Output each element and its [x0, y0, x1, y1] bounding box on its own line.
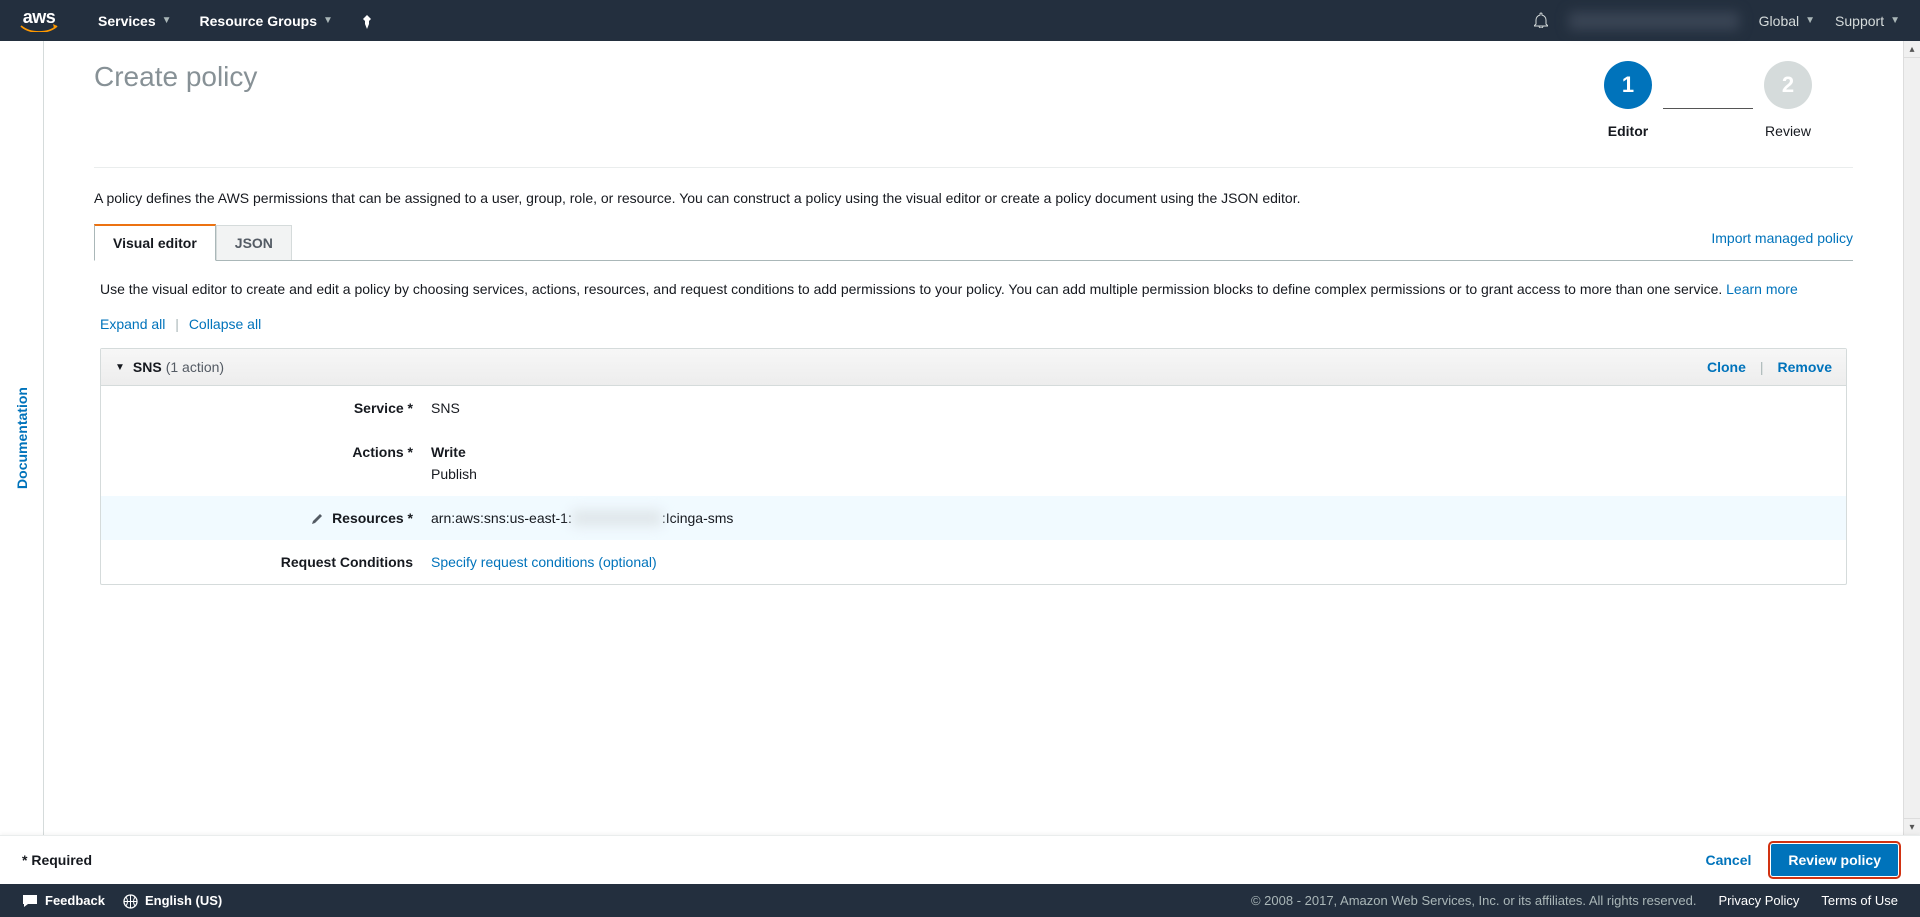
caret-down-icon: ▼ — [162, 15, 172, 26]
wizard-connector — [1663, 108, 1753, 109]
service-value: SNS — [431, 400, 1826, 416]
scroll-down-icon[interactable]: ▾ — [1904, 818, 1920, 835]
privacy-policy-link[interactable]: Privacy Policy — [1719, 893, 1800, 908]
action-bar: * Required Cancel Review policy — [0, 835, 1920, 884]
feedback-link[interactable]: Feedback — [22, 893, 105, 909]
copyright-text: © 2008 - 2017, Amazon Web Services, Inc.… — [1251, 893, 1697, 908]
bell-icon — [1533, 12, 1549, 30]
visual-editor-description: Use the visual editor to create and edit… — [94, 261, 1853, 306]
actions-value: Publish — [431, 466, 477, 482]
wizard-step-2-circle: 2 — [1764, 61, 1812, 109]
wizard-step-1-circle: 1 — [1604, 61, 1652, 109]
resources-value: arn:aws:sns:us-east-1:000000000000:Icing… — [431, 510, 1826, 526]
conditions-link[interactable]: Specify request conditions (optional) — [431, 554, 657, 570]
conditions-label: Request Conditions — [121, 554, 431, 570]
cancel-button[interactable]: Cancel — [1705, 852, 1751, 868]
tab-visual-editor[interactable]: Visual editor — [94, 224, 216, 261]
nav-resource-groups[interactable]: Resource Groups ▼ — [200, 13, 333, 29]
feedback-label: Feedback — [45, 893, 105, 908]
permission-block-body: Service * SNS Actions * Write Publish — [101, 386, 1846, 584]
aws-smile-icon — [20, 24, 58, 32]
footer: Feedback English (US) © 2008 - 2017, Ama… — [0, 884, 1920, 917]
permission-block-sns: ▼ SNS (1 action) Clone | Remove Service … — [100, 348, 1847, 585]
resources-arn-account: 000000000000 — [572, 510, 662, 526]
resources-arn-suffix: Icinga-sms — [666, 510, 734, 526]
vertical-scrollbar[interactable]: ▴ ▾ — [1903, 41, 1920, 835]
permission-block-title: SNS — [133, 359, 162, 375]
pencil-icon[interactable] — [310, 510, 324, 526]
expand-collapse-row: Expand all | Collapse all — [94, 306, 1853, 344]
scroll-up-icon[interactable]: ▴ — [1904, 41, 1920, 58]
language-label: English (US) — [145, 893, 222, 908]
remove-link[interactable]: Remove — [1778, 359, 1832, 375]
page-header: Create policy 1 Editor 2 Review — [94, 61, 1853, 168]
required-note: * Required — [22, 852, 92, 868]
clone-link[interactable]: Clone — [1707, 359, 1746, 375]
resources-label: Resources * — [332, 510, 413, 526]
nav-services[interactable]: Services ▼ — [98, 13, 172, 29]
nav-resource-groups-label: Resource Groups — [200, 13, 317, 29]
globe-icon — [123, 892, 138, 908]
documentation-label: Documentation — [14, 387, 30, 489]
triangle-down-icon: ▼ — [115, 362, 125, 373]
terms-of-use-link[interactable]: Terms of Use — [1821, 893, 1898, 908]
nav-account[interactable] — [1569, 12, 1739, 30]
pin-icon — [361, 12, 373, 28]
learn-more-link[interactable]: Learn more — [1726, 281, 1798, 297]
main-region: Documentation Create policy 1 Editor 2 R… — [0, 41, 1920, 835]
nav-services-label: Services — [98, 13, 156, 29]
content-panel: Create policy 1 Editor 2 Review A polic — [44, 41, 1903, 835]
wizard: 1 Editor 2 Review — [1563, 61, 1853, 139]
content-scroll[interactable]: Create policy 1 Editor 2 Review A polic — [44, 41, 1903, 835]
caret-down-icon: ▼ — [1890, 15, 1900, 26]
row-resources[interactable]: Resources * arn:aws:sns:us-east-1:000000… — [101, 496, 1846, 540]
caret-down-icon: ▼ — [323, 15, 333, 26]
row-service[interactable]: Service * SNS — [101, 386, 1846, 430]
page-title: Create policy — [94, 61, 257, 93]
nav-support[interactable]: Support ▼ — [1835, 13, 1900, 29]
wizard-step-1-label: Editor — [1608, 123, 1648, 139]
intro-text: A policy defines the AWS permissions tha… — [94, 168, 1853, 224]
nav-support-label: Support — [1835, 13, 1884, 29]
actions-label: Actions * — [121, 444, 431, 460]
wizard-step-review[interactable]: 2 Review — [1723, 61, 1853, 139]
nav-pin[interactable] — [361, 12, 373, 28]
tab-json[interactable]: JSON — [216, 225, 292, 260]
expand-all-link[interactable]: Expand all — [100, 316, 165, 332]
permission-block-subtitle: (1 action) — [166, 359, 224, 375]
nav-region-label: Global — [1759, 13, 1799, 29]
wizard-step-editor[interactable]: 1 Editor — [1563, 61, 1693, 139]
permission-block-header[interactable]: ▼ SNS (1 action) Clone | Remove — [101, 349, 1846, 386]
scroll-track[interactable] — [1904, 58, 1920, 818]
editor-tabs: Visual editor JSON Import managed policy — [94, 224, 1853, 261]
collapse-all-link[interactable]: Collapse all — [189, 316, 261, 332]
review-policy-button[interactable]: Review policy — [1771, 844, 1898, 876]
row-actions[interactable]: Actions * Write Publish — [101, 430, 1846, 496]
resources-arn-prefix: arn:aws:sns:us-east-1: — [431, 510, 572, 526]
row-conditions[interactable]: Request Conditions Specify request condi… — [101, 540, 1846, 584]
separator: | — [175, 316, 179, 332]
language-selector[interactable]: English (US) — [123, 892, 222, 908]
documentation-tab[interactable]: Documentation — [0, 41, 44, 835]
wizard-step-2-label: Review — [1765, 123, 1811, 139]
aws-logo[interactable]: aws — [20, 10, 58, 32]
top-nav: aws Services ▼ Resource Groups ▼ Global … — [0, 0, 1920, 41]
visual-editor-description-text: Use the visual editor to create and edit… — [100, 281, 1726, 297]
nav-region[interactable]: Global ▼ — [1759, 13, 1815, 29]
actions-group: Write — [431, 444, 1826, 460]
separator: | — [1760, 359, 1764, 375]
nav-right: Global ▼ Support ▼ — [1533, 12, 1900, 30]
aws-logo-text: aws — [23, 10, 56, 24]
import-managed-policy-link[interactable]: Import managed policy — [1711, 230, 1853, 254]
service-label: Service * — [121, 400, 431, 416]
nav-notifications[interactable] — [1533, 12, 1549, 30]
speech-bubble-icon — [22, 893, 38, 909]
caret-down-icon: ▼ — [1805, 15, 1815, 26]
